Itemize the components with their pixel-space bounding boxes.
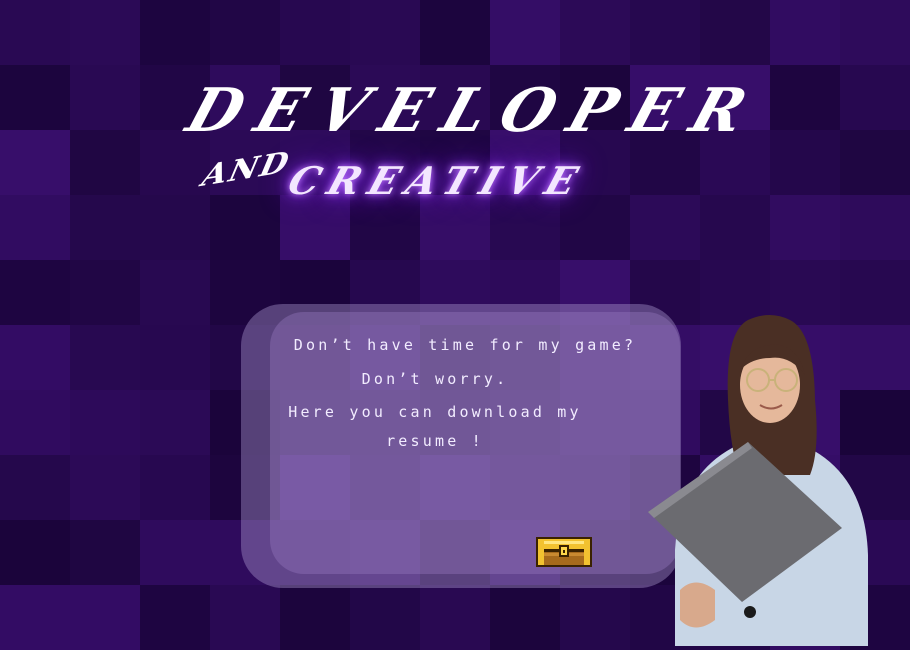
card-line-2: Don’t worry. [361, 370, 509, 388]
card-line-4: resume ! [386, 432, 484, 450]
resume-download-button[interactable] [534, 533, 594, 569]
card-line-1: Don’t have time for my game? [293, 336, 637, 354]
hero-title-developer: DEVELOPER [178, 76, 771, 146]
treasure-chest-icon [536, 537, 592, 567]
card-line-3: Here you can download my [288, 403, 582, 421]
hero-title-creative: CREATIVE [282, 158, 593, 203]
portrait-photo [648, 315, 868, 646]
